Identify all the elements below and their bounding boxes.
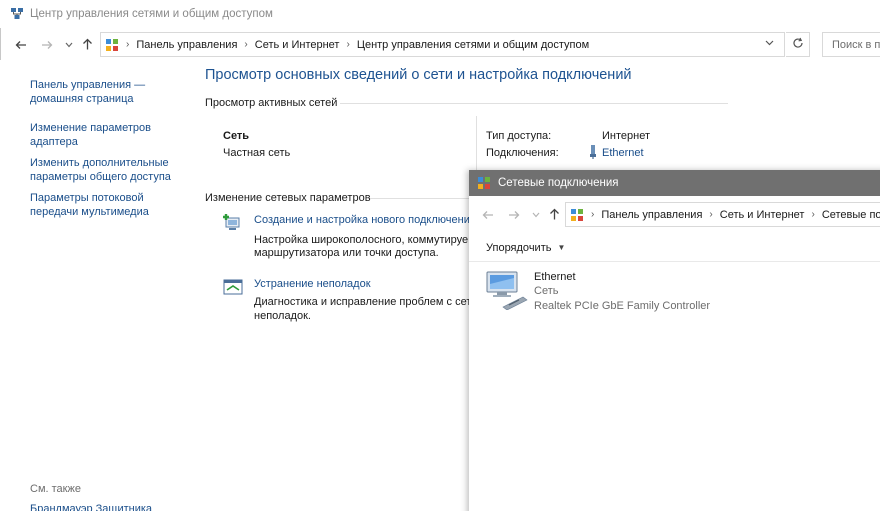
ethernet-icon <box>588 145 598 162</box>
new-connection-desc: Настройка широкополосного, коммутируе <box>254 234 469 246</box>
recent-locations-chevron-icon[interactable] <box>527 206 545 224</box>
back-arrow-icon[interactable] <box>12 36 30 54</box>
breadcrumb-control-panel[interactable]: Панель управления <box>601 209 702 221</box>
breadcrumb-separator[interactable]: › <box>811 209 814 220</box>
breadcrumb-separator: › <box>126 39 130 50</box>
breadcrumb-network-internet[interactable]: Сеть и Интернет <box>255 39 340 51</box>
connection-network: Сеть <box>534 285 559 297</box>
sidebar-item-media-streaming[interactable]: Параметры потоковой передачи мультимедиа <box>30 191 190 219</box>
popup-titlebar: Сетевые подключения <box>469 170 880 196</box>
network-connections-icon <box>477 176 491 190</box>
address-bar[interactable]: › Панель управления › Сеть и Интернет › … <box>100 32 785 57</box>
troubleshoot-desc: Диагностика и исправление проблем с сети <box>254 296 478 308</box>
recent-locations-chevron-icon[interactable] <box>60 36 78 54</box>
connection-name[interactable]: Ethernet <box>534 271 576 283</box>
popup-address-bar[interactable]: › Панель управления › Сеть и Интернет › … <box>565 202 880 227</box>
sidebar-item-sharing-settings[interactable]: Изменить дополнительные параметры общего… <box>30 156 190 184</box>
search-input[interactable]: Поиск в п <box>822 32 880 57</box>
ethernet-connection-link[interactable]: Ethernet <box>602 147 644 159</box>
forward-arrow-icon[interactable] <box>505 206 523 224</box>
refresh-button[interactable] <box>786 32 810 57</box>
control-panel-icon <box>105 38 119 52</box>
section-divider <box>370 198 480 199</box>
popup-toolbar: Упорядочить ▼ <box>469 234 880 262</box>
control-panel-icon <box>570 208 584 222</box>
firewall-link[interactable]: Брандмауэр Защитника <box>30 503 152 511</box>
popup-navigation-bar: › Панель управления › Сеть и Интернет › … <box>469 200 880 230</box>
breadcrumb-network-center[interactable]: Центр управления сетями и общим доступом <box>357 39 589 51</box>
refresh-icon <box>792 37 804 52</box>
troubleshoot-link[interactable]: Устранение неполадок <box>254 278 371 290</box>
organize-button[interactable]: Упорядочить <box>486 242 551 254</box>
new-connection-desc: маршрутизатора или точки доступа. <box>254 247 439 259</box>
back-arrow-icon[interactable] <box>479 206 497 224</box>
address-dropdown-icon[interactable] <box>765 38 774 49</box>
sidebar-item-home[interactable]: Панель управления — домашняя страница <box>30 78 190 106</box>
sidebar: Панель управления — домашняя страница Из… <box>30 78 190 226</box>
window-titlebar: Центр управления сетями и общим доступом <box>0 0 880 28</box>
sidebar-item-adapter-settings[interactable]: Изменение параметров адаптера <box>30 121 190 149</box>
window-title: Центр управления сетями и общим доступом <box>30 8 273 20</box>
network-connections-window: Сетевые подключения › Панель управления … <box>469 170 880 511</box>
chevron-down-icon[interactable]: ▼ <box>557 243 565 252</box>
page-title: Просмотр основных сведений о сети и наст… <box>205 67 632 83</box>
new-connection-icon <box>222 213 244 233</box>
network-type: Частная сеть <box>223 147 291 159</box>
up-arrow-icon[interactable] <box>78 35 96 53</box>
breadcrumb-network-internet[interactable]: Сеть и Интернет <box>720 209 805 221</box>
navigation-bar: › Панель управления › Сеть и Интернет › … <box>0 30 880 60</box>
see-also-label: См. также <box>30 483 81 495</box>
connection-adapter: Realtek PCIe GbE Family Controller <box>534 300 711 312</box>
access-type-value: Интернет <box>602 130 650 142</box>
breadcrumb-separator: › <box>591 209 595 220</box>
access-type-label: Тип доступа: <box>486 130 552 142</box>
breadcrumb-control-panel[interactable]: Панель управления <box>136 39 237 51</box>
troubleshoot-icon <box>222 277 244 297</box>
breadcrumb-separator[interactable]: › <box>346 39 349 50</box>
new-connection-link[interactable]: Создание и настройка нового подключения <box>254 214 476 226</box>
change-settings-header: Изменение сетевых параметров <box>205 192 371 204</box>
vertical-divider <box>476 116 477 172</box>
popup-title: Сетевые подключения <box>498 177 619 189</box>
breadcrumb-network-connections[interactable]: Сетевые по <box>822 209 880 221</box>
active-networks-header: Просмотр активных сетей <box>205 97 338 109</box>
connections-label: Подключения: <box>486 147 559 159</box>
breadcrumb-separator[interactable]: › <box>709 209 712 220</box>
troubleshoot-desc: неполадок. <box>254 310 311 322</box>
up-arrow-icon[interactable] <box>545 205 563 223</box>
section-divider <box>340 103 728 104</box>
forward-arrow-icon[interactable] <box>38 36 56 54</box>
ethernet-adapter-icon <box>485 270 529 311</box>
breadcrumb-separator[interactable]: › <box>244 39 247 50</box>
network-center-icon <box>10 7 24 21</box>
network-name: Сеть <box>223 130 250 142</box>
